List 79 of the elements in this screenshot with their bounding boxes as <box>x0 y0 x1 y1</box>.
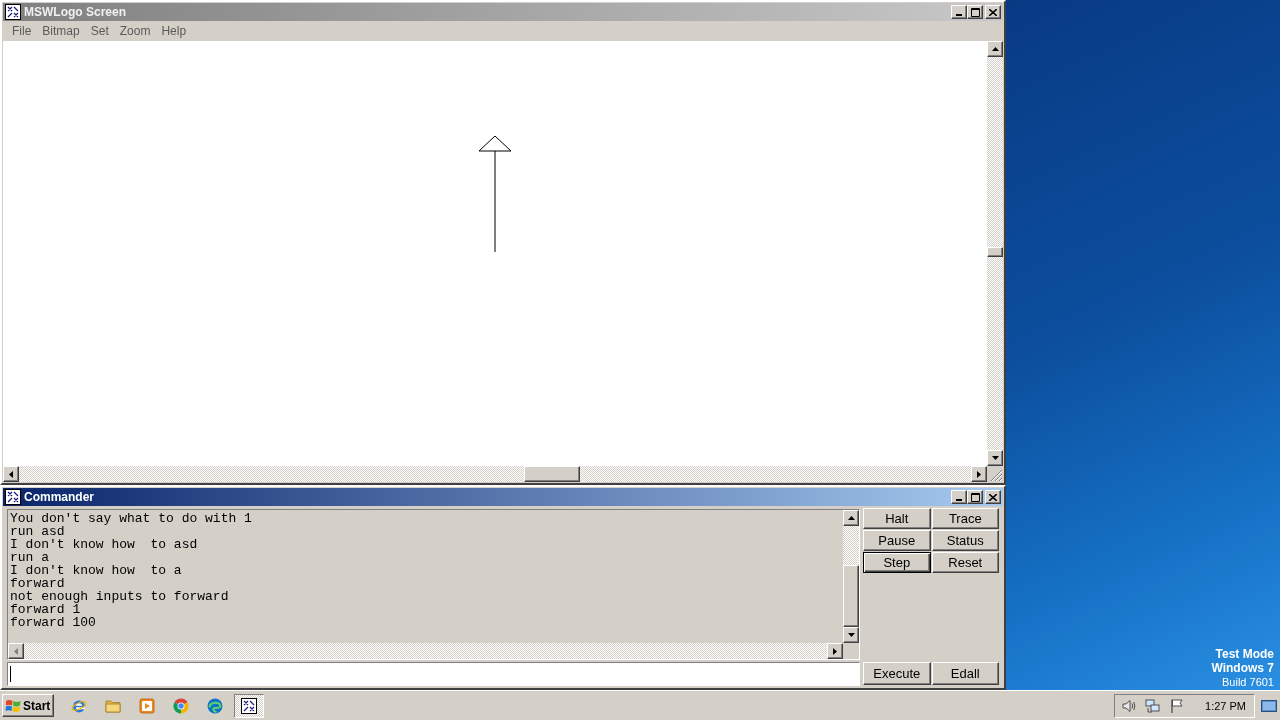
flag-icon[interactable] <box>1169 697 1186 714</box>
maximize-button[interactable] <box>967 490 983 504</box>
system-notice-text: Test Mode <box>1215 647 1274 661</box>
scroll-left-button[interactable] <box>8 643 24 659</box>
app-icon <box>241 697 257 714</box>
right-arrow-icon <box>833 647 837 655</box>
swirl-icon[interactable] <box>207 697 223 714</box>
horizontal-scrollbar[interactable] <box>8 643 843 659</box>
clock[interactable]: 1:27 PM <box>1205 698 1246 713</box>
menu-item[interactable]: Set <box>86 23 113 39</box>
command-button[interactable]: Reset <box>931 552 999 573</box>
command-button[interactable]: Pause <box>863 530 931 551</box>
horizontal-scrollbar[interactable] <box>3 466 987 482</box>
output-line: run a <box>10 551 49 564</box>
close-button[interactable] <box>985 5 1001 19</box>
network-icon[interactable] <box>1145 697 1162 714</box>
output-line: not enough inputs to forward <box>10 590 229 603</box>
output-line: forward 1 <box>10 603 81 616</box>
minimize-icon <box>956 14 962 16</box>
scroll-down-button[interactable] <box>843 627 859 643</box>
up-arrow-icon <box>847 516 855 520</box>
start-button[interactable]: Start <box>2 694 54 717</box>
scroll-right-button[interactable] <box>971 466 987 482</box>
system-notice-text: Build 7601 <box>1222 675 1274 689</box>
app-icon <box>5 489 21 505</box>
close-icon <box>989 493 997 501</box>
text-cursor-icon <box>10 666 11 682</box>
taskbar-task-button[interactable] <box>234 693 264 718</box>
down-arrow-icon <box>847 633 855 637</box>
output-line: I don't know how to a <box>10 564 182 577</box>
up-arrow-icon <box>991 47 999 51</box>
minimize-icon <box>956 499 962 501</box>
scroll-up-button[interactable] <box>843 510 859 526</box>
left-arrow-icon <box>9 470 13 478</box>
output-line: run asd <box>10 525 65 538</box>
right-arrow-icon <box>977 470 981 478</box>
command-button[interactable]: Halt <box>863 508 931 529</box>
maximize-button[interactable] <box>967 5 983 19</box>
scrollbar-thumb[interactable] <box>524 466 580 482</box>
minimize-button[interactable] <box>951 5 967 19</box>
input-field[interactable] <box>7 662 860 686</box>
close-icon <box>989 8 997 16</box>
command-button[interactable]: Execute <box>863 662 931 685</box>
close-button[interactable] <box>985 490 1001 504</box>
maximize-icon <box>970 492 980 502</box>
browser-icon[interactable] <box>173 697 189 714</box>
output-line: forward 100 <box>10 616 96 629</box>
system-notice-text: Windows 7 <box>1211 661 1274 675</box>
app-icon <box>5 4 21 20</box>
left-arrow-icon <box>14 647 18 655</box>
menu-item[interactable]: Help <box>157 23 191 39</box>
play-icon[interactable] <box>139 697 155 714</box>
scrollbar-thumb[interactable] <box>843 565 859 627</box>
scrollbar-thumb[interactable] <box>987 247 1003 257</box>
output-line: forward <box>10 577 65 590</box>
output-line: You don't say what to do with 1 <box>10 512 252 525</box>
output-line: I don't know how to asd <box>10 538 198 551</box>
command-button[interactable]: Status <box>931 530 999 551</box>
scroll-left-button[interactable] <box>3 466 19 482</box>
scroll-down-button[interactable] <box>987 450 1003 466</box>
command-button[interactable]: Step <box>863 552 931 573</box>
triangle-turtle-icon <box>478 135 512 152</box>
scroll-up-button[interactable] <box>987 41 1003 57</box>
maximize-icon <box>970 7 980 17</box>
down-arrow-icon <box>991 456 999 460</box>
speaker-icon[interactable] <box>1121 697 1138 714</box>
window-title: Commander <box>24 490 94 504</box>
vertical-scrollbar[interactable] <box>843 510 859 643</box>
menu-item[interactable]: Bitmap <box>38 23 84 39</box>
command-button[interactable]: Trace <box>931 508 999 529</box>
scroll-right-button[interactable] <box>827 643 843 659</box>
minimize-button[interactable] <box>951 490 967 504</box>
show-desktop-icon[interactable] <box>1261 699 1277 712</box>
window-title: MSWLogo Screen <box>24 5 126 19</box>
vertical-scrollbar[interactable] <box>987 41 1003 466</box>
menu-item[interactable]: Zoom <box>115 23 155 39</box>
menu-item[interactable]: File <box>8 23 36 39</box>
start-logo-icon <box>5 697 21 714</box>
command-button[interactable]: Edall <box>931 662 999 685</box>
